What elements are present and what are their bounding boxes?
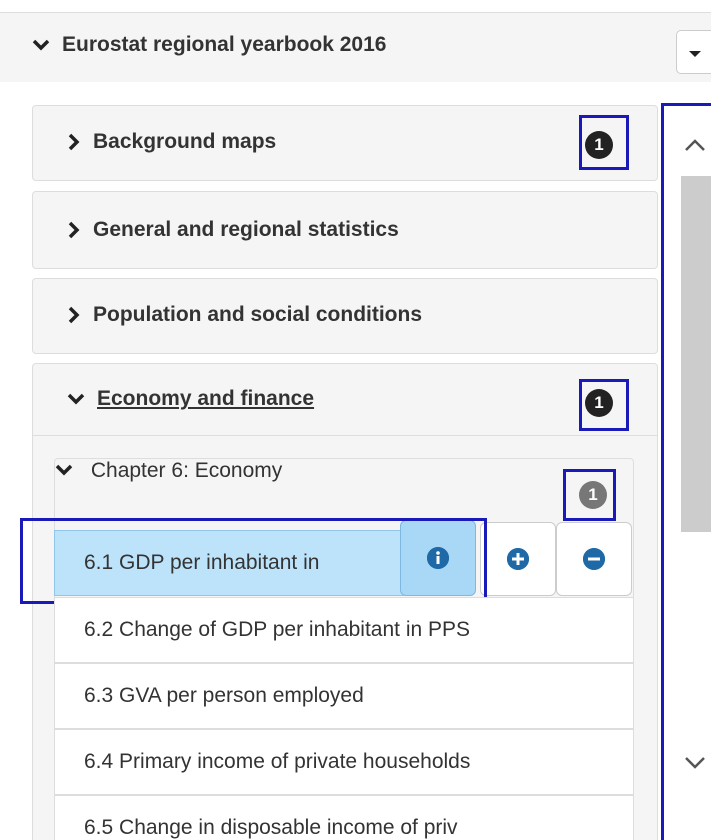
chevron-right-icon: [67, 133, 81, 151]
chapter-title-row[interactable]: Chapter 6: Economy: [55, 459, 633, 483]
chapter-title: Chapter 6: Economy: [90, 459, 283, 482]
panel-title-row: General and regional statistics: [67, 218, 399, 242]
panel-header[interactable]: Economy and finance 1: [33, 364, 657, 436]
minus-circle-icon: [583, 548, 605, 570]
highlight-box: [563, 469, 616, 521]
highlight-box: [20, 518, 487, 604]
layer-group-title: Eurostat regional yearbook 2016: [62, 33, 387, 56]
panel-population-social-conditions[interactable]: Population and social conditions: [32, 278, 658, 354]
chevron-down-icon[interactable]: [684, 756, 706, 775]
scroll-thumb[interactable]: [681, 176, 711, 532]
chevron-down-icon: [55, 463, 73, 477]
chevron-right-icon: [67, 221, 81, 239]
dropdown-toggle-button[interactable]: [676, 30, 711, 74]
list-item-label: 6.4 Primary income of private households: [84, 750, 471, 773]
caret-down-icon: [689, 51, 701, 57]
list-item[interactable]: 6.2 Change of GDP per inhabitant in PPS: [54, 597, 634, 663]
highlight-box: [579, 115, 629, 170]
chevron-down-icon: [32, 38, 50, 52]
panel-title: General and regional statistics: [93, 218, 399, 241]
chevron-right-icon: [67, 306, 81, 324]
list-item[interactable]: 6.5 Change in disposable income of priv: [54, 795, 634, 840]
list-item-label: 6.3 GVA per person employed: [84, 684, 364, 707]
chevron-up-icon[interactable]: [684, 138, 706, 157]
panel-title-row: Background maps: [67, 130, 276, 154]
remove-layer-button[interactable]: [556, 522, 632, 596]
panel-title: Background maps: [93, 130, 277, 153]
panel-background-maps[interactable]: Background maps 1: [32, 105, 658, 181]
layer-group-title-row[interactable]: Eurostat regional yearbook 2016: [32, 33, 386, 57]
list-item-label: 6.2 Change of GDP per inhabitant in PPS: [84, 618, 471, 641]
panel-title: Population and social conditions: [93, 303, 423, 326]
panel-title[interactable]: Economy and finance: [97, 387, 314, 411]
vertical-scrollbar[interactable]: [661, 103, 711, 840]
panel-title-row: Economy and finance: [67, 387, 314, 411]
list-item-label: 6.5 Change in disposable income of priv: [84, 816, 458, 839]
chevron-down-icon: [67, 392, 85, 406]
add-layer-button[interactable]: [480, 522, 556, 596]
panel-general-regional-statistics[interactable]: General and regional statistics: [32, 191, 658, 269]
highlight-box: [579, 379, 629, 431]
panel-title-row: Population and social conditions: [67, 303, 422, 327]
list-item[interactable]: 6.4 Primary income of private households: [54, 729, 634, 795]
list-item[interactable]: 6.3 GVA per person employed: [54, 663, 634, 729]
layer-group-header[interactable]: Eurostat regional yearbook 2016: [0, 12, 711, 82]
plus-circle-icon: [507, 548, 529, 570]
